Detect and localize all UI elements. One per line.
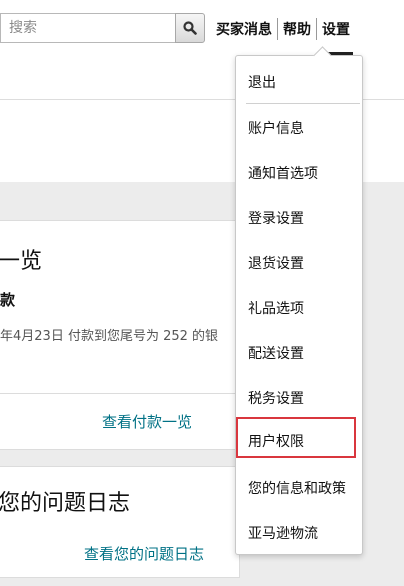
settings-link[interactable]: 设置 — [322, 22, 350, 38]
menu-item-gift-options[interactable]: 礼品选项 — [248, 298, 304, 318]
help-link[interactable]: 帮助 — [283, 19, 311, 39]
menu-item-tax-settings[interactable]: 税务设置 — [248, 388, 304, 408]
card-divider — [0, 393, 240, 394]
menu-item-user-permissions[interactable]: 用户权限 — [248, 431, 304, 451]
settings-menu-trigger[interactable]: 设置 — [320, 19, 353, 56]
search-input[interactable] — [9, 14, 169, 42]
settings-dropdown: 退出 账户信息 通知首选项 登录设置 退货设置 礼品选项 配送设置 税务设置 用… — [235, 46, 363, 555]
menu-item-login-settings[interactable]: 登录设置 — [248, 208, 304, 228]
menu-divider — [246, 103, 360, 104]
magnifier-icon — [183, 21, 197, 35]
nav-separator — [316, 18, 317, 40]
view-issue-log-link[interactable]: 查看您的问题日志 — [84, 543, 204, 564]
card-description: 年4月23日 付款到您尾号为 252 的银 — [0, 329, 219, 344]
search-box — [0, 13, 175, 43]
top-navigation: 买家消息 帮助 设置 — [216, 17, 353, 56]
menu-item-shipping-settings[interactable]: 配送设置 — [248, 343, 304, 363]
payments-summary-card: 一览 款 年4月23日 付款到您尾号为 252 的银 查看付款一览 — [0, 220, 240, 450]
card-title: 一览 — [0, 249, 43, 274]
menu-item-info-and-policies[interactable]: 您的信息和政策 — [248, 478, 346, 498]
card-subtitle: 款 — [0, 291, 16, 309]
menu-item-fba[interactable]: 亚马逊物流 — [248, 523, 318, 543]
menu-item-return-settings[interactable]: 退货设置 — [248, 253, 304, 273]
menu-item-account-info[interactable]: 账户信息 — [248, 118, 304, 138]
menu-item-logout[interactable]: 退出 — [248, 72, 276, 92]
view-payments-summary-link[interactable]: 查看付款一览 — [102, 411, 192, 432]
menu-item-notification-preferences[interactable]: 通知首选项 — [248, 163, 318, 183]
buyer-messages-link[interactable]: 买家消息 — [216, 19, 272, 39]
card-title: 您的问题日志 — [0, 491, 131, 516]
search-button[interactable] — [175, 13, 205, 43]
nav-separator — [277, 18, 278, 40]
issue-log-card: 您的问题日志 查看您的问题日志 — [0, 466, 240, 578]
